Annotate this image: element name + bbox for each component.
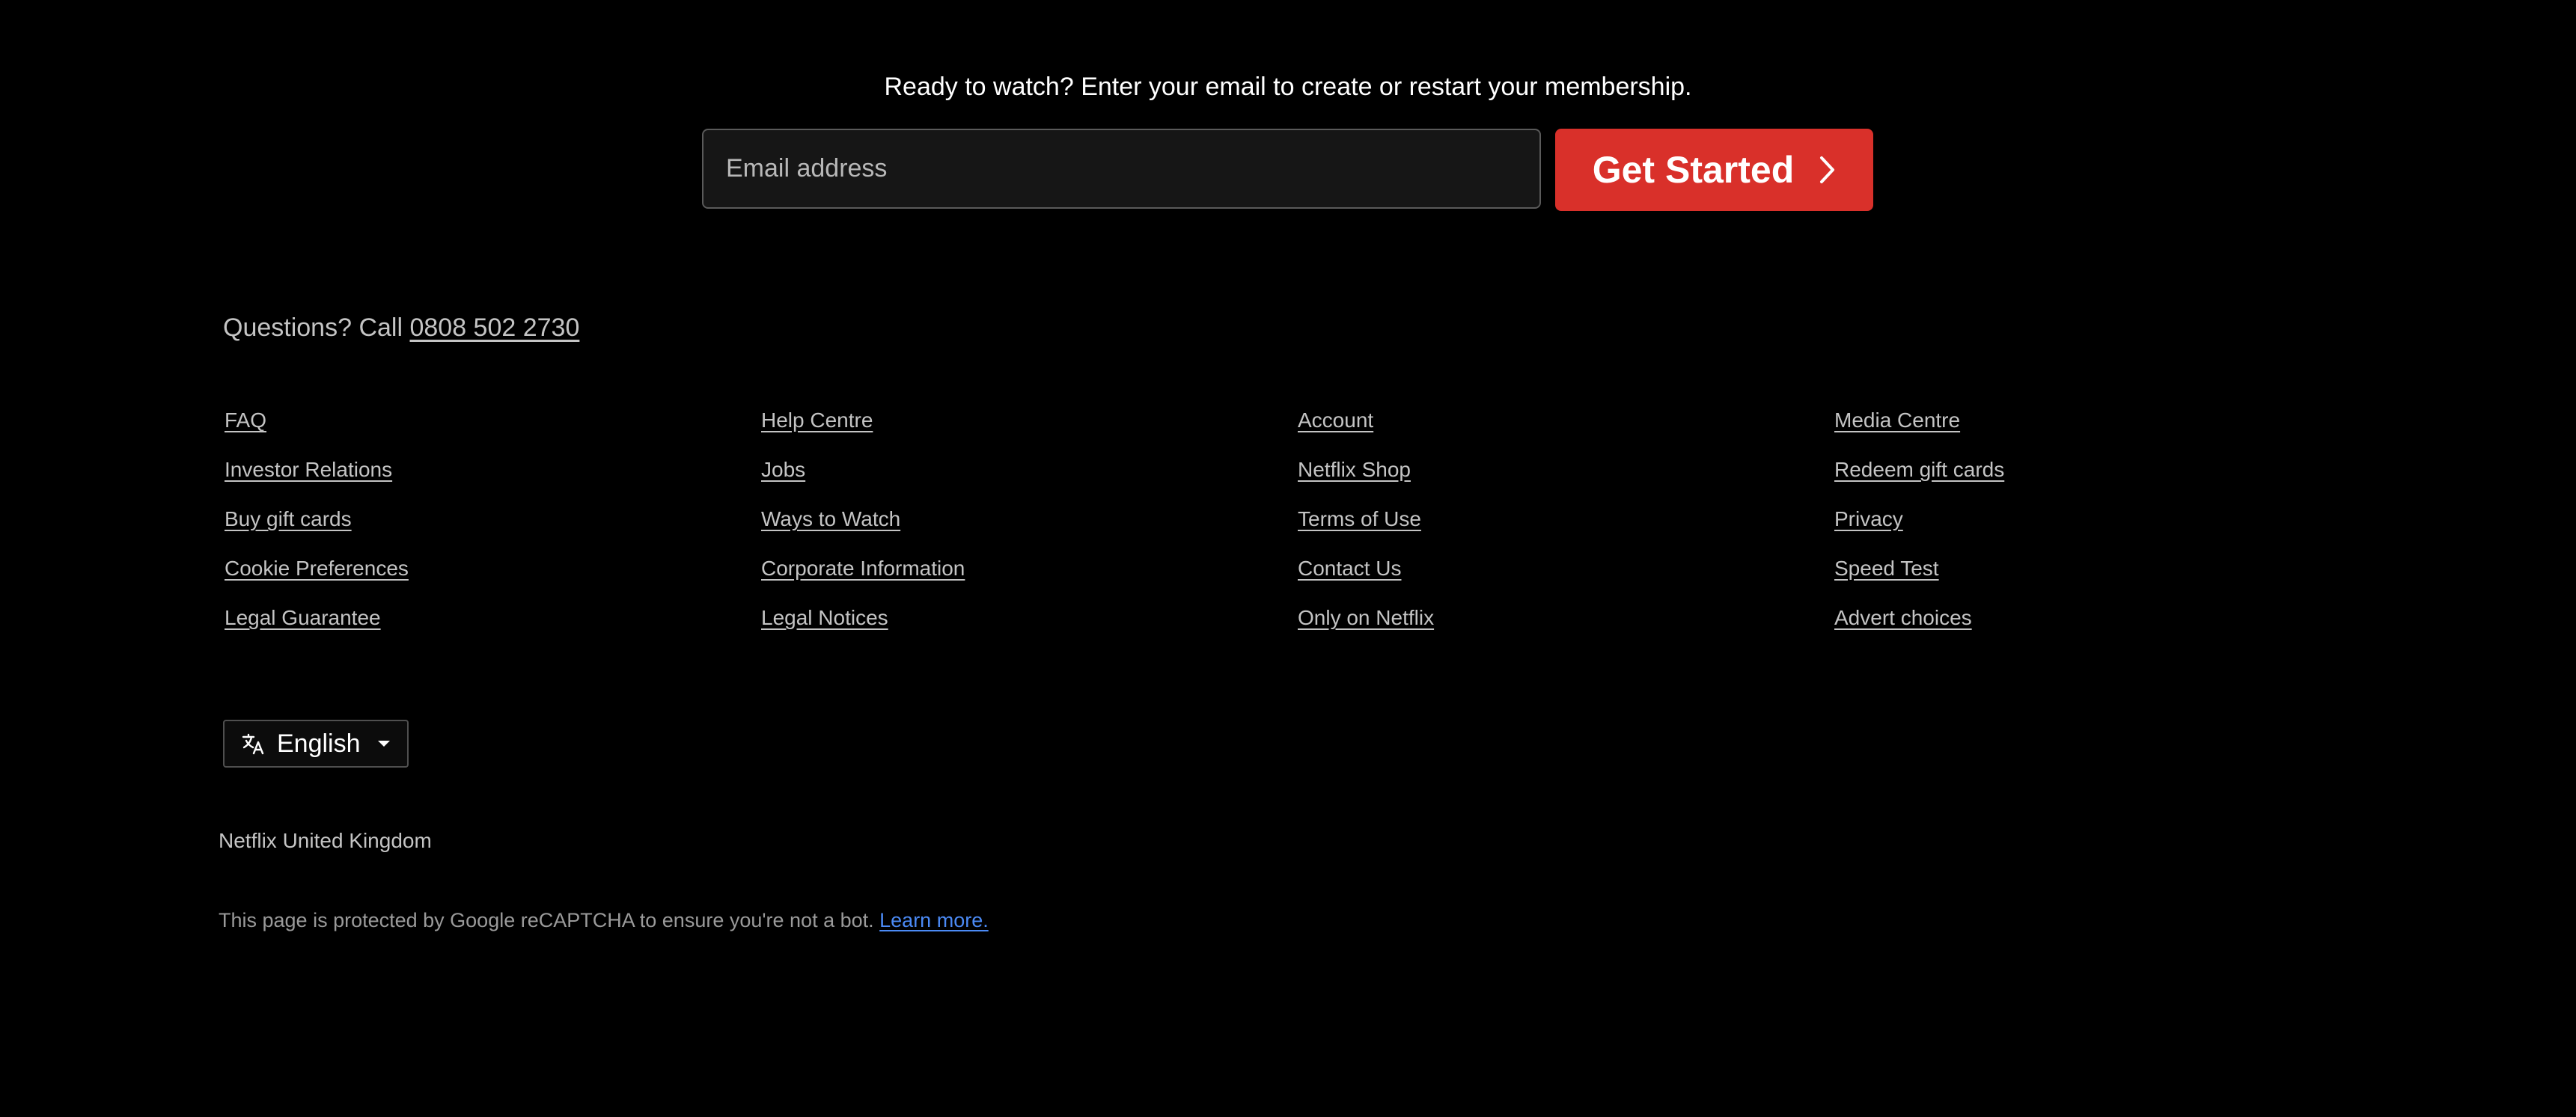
- footer-link-account[interactable]: Account: [1298, 408, 1373, 432]
- footer-link-legal-notices[interactable]: Legal Notices: [761, 606, 888, 629]
- language-icon: [241, 731, 266, 756]
- footer-link-help-centre[interactable]: Help Centre: [761, 408, 873, 432]
- footer-link-redeem-gift-cards[interactable]: Redeem gift cards: [1834, 458, 2004, 481]
- language-select[interactable]: English: [223, 720, 409, 768]
- footer-link-investor-relations[interactable]: Investor Relations: [225, 458, 392, 481]
- language-label: English: [277, 729, 361, 758]
- hero-prompt: Ready to watch? Enter your email to crea…: [884, 73, 1692, 101]
- footer-link-faq[interactable]: FAQ: [225, 408, 266, 432]
- footer-link-advert-choices[interactable]: Advert choices: [1834, 606, 1972, 629]
- footer-link-buy-gift-cards[interactable]: Buy gift cards: [225, 507, 352, 530]
- footer-link-ways-to-watch[interactable]: Ways to Watch: [761, 507, 900, 530]
- footer-links: FAQ Help Centre Account Media Centre Inv…: [225, 404, 2371, 651]
- contact-line: Questions? Call 0808 502 2730: [223, 310, 579, 346]
- get-started-button[interactable]: Get Started: [1555, 129, 1873, 211]
- footer-link-netflix-shop[interactable]: Netflix Shop: [1298, 458, 1411, 481]
- chevron-right-icon: [1819, 156, 1836, 184]
- contact-prefix: Questions? Call: [223, 313, 410, 342]
- footer-link-privacy[interactable]: Privacy: [1834, 507, 1903, 530]
- phone-link[interactable]: 0808 502 2730: [409, 313, 579, 342]
- footer-link-jobs[interactable]: Jobs: [761, 458, 805, 481]
- footer-link-contact-us[interactable]: Contact Us: [1298, 557, 1402, 580]
- recaptcha-text: This page is protected by Google reCAPTC…: [219, 909, 880, 931]
- country-label: Netflix United Kingdom: [219, 829, 432, 852]
- footer-link-only-on-netflix[interactable]: Only on Netflix: [1298, 606, 1434, 629]
- footer-link-terms-of-use[interactable]: Terms of Use: [1298, 507, 1421, 530]
- footer-link-speed-test[interactable]: Speed Test: [1834, 557, 1939, 580]
- recaptcha-notice: This page is protected by Google reCAPTC…: [219, 905, 989, 935]
- caret-down-icon: [377, 740, 391, 747]
- footer-link-media-centre[interactable]: Media Centre: [1834, 408, 1960, 432]
- footer-link-legal-guarantee[interactable]: Legal Guarantee: [225, 606, 381, 629]
- learn-more-link[interactable]: Learn more.: [879, 909, 989, 931]
- footer-link-cookie-preferences[interactable]: Cookie Preferences: [225, 557, 409, 580]
- get-started-label: Get Started: [1592, 149, 1795, 191]
- footer-link-corporate-information[interactable]: Corporate Information: [761, 557, 965, 580]
- email-field[interactable]: [702, 129, 1541, 209]
